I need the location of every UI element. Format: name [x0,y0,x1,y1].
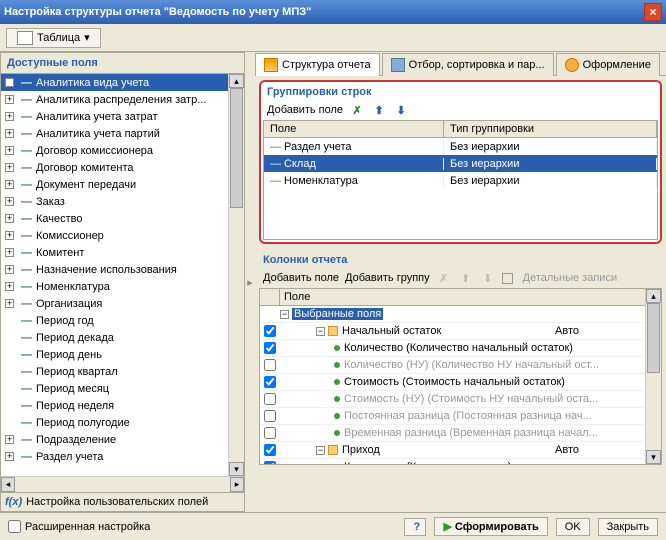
scroll-right-icon[interactable]: ▸ [230,477,244,492]
titlebar: Настройка структуры отчета "Ведомость по… [0,0,666,24]
tree-item[interactable]: +—Подразделение [1,431,244,448]
tree-item[interactable]: +—Аналитика распределения затр... [1,91,244,108]
table-dropdown[interactable]: Таблица ▾ [6,28,101,48]
delete-icon[interactable]: ✗ [436,270,452,286]
fields-tree[interactable]: ▴ ▾ +—Аналитика вида учета+—Аналитика ра… [1,74,244,476]
bottom-bar: Расширенная настройка ? ▶Сформировать OK… [0,512,666,540]
tree-scrollbar-v[interactable]: ▴ ▾ [228,74,244,476]
tab-filter[interactable]: Отбор, сортировка и пар... [382,53,554,76]
user-fields-label: Настройка пользовательских полей [26,496,208,508]
tree-item[interactable]: —Период неделя [1,397,244,414]
move-down-icon2[interactable]: ⬇ [480,270,496,286]
col-type: Тип группировки [444,121,657,137]
tree-item[interactable]: —Период день [1,346,244,363]
grouping-row[interactable]: — НоменклатураБез иерархии [264,172,657,189]
tree-item[interactable]: +—Документ передачи [1,176,244,193]
tree-item[interactable]: +—Номенклатура [1,278,244,295]
column-row[interactable]: Количество (Количество начальный остаток… [260,340,661,357]
chevron-down-icon: ▾ [84,31,90,44]
column-row[interactable]: −Начальный остатокАвто [260,323,661,340]
window-title: Настройка структуры отчета "Ведомость по… [4,6,311,18]
tree-item[interactable]: —Период квартал [1,363,244,380]
close-icon[interactable]: × [644,3,662,21]
move-down-icon[interactable]: ⬇ [393,102,409,118]
tree-item[interactable]: —Период декада [1,329,244,346]
filter-icon [391,58,405,72]
column-row[interactable]: Постоянная разница (Постоянная разница н… [260,408,661,425]
tree-item[interactable]: +—Договор комитента [1,159,244,176]
design-icon [565,58,579,72]
cols-scrollbar[interactable]: ▴ ▾ [645,289,661,464]
tree-item[interactable]: +—Комитент [1,244,244,261]
tree-scrollbar-h[interactable]: ◂ ▸ [1,476,244,492]
tree-item[interactable]: +—Раздел учета [1,448,244,465]
groupings-grid: Поле Тип группировки — Раздел учетаБез и… [263,120,658,240]
top-toolbar: Таблица ▾ [0,24,666,52]
tree-item[interactable]: +—Аналитика вида учета [1,74,244,91]
tab-design[interactable]: Оформление [556,53,660,76]
tree-item[interactable]: —Период полугодие [1,414,244,431]
add-icon[interactable]: ✗ [349,102,365,118]
user-fields-link[interactable]: f(x) Настройка пользовательских полей [1,492,244,511]
grouping-row[interactable]: — СкладБез иерархии [264,155,657,172]
tree-item[interactable]: +—Аналитика учета партий [1,125,244,142]
scroll-up-icon[interactable]: ▴ [229,74,244,88]
row-groupings-panel: Группировки строк Добавить поле ✗ ⬆ ⬇ По… [259,80,662,244]
close-button[interactable]: Закрыть [598,518,658,536]
available-fields-panel: Доступные поля ▴ ▾ +—Аналитика вида учет… [0,52,245,512]
tree-item[interactable]: —Период месяц [1,380,244,397]
column-row[interactable]: Количество (НУ) (Количество НУ начальный… [260,357,661,374]
splitter[interactable]: ▸ [245,52,255,512]
table-icon [17,31,33,45]
column-row[interactable]: Временная разница (Временная разница нач… [260,425,661,442]
col-field: Поле [264,121,444,137]
move-up-icon2[interactable]: ⬆ [458,270,474,286]
column-row[interactable]: Количество (Количество приход) [260,459,661,464]
tree-item[interactable]: +—Организация [1,295,244,312]
fx-icon: f(x) [5,496,22,508]
selected-fields-root[interactable]: −Выбранные поля [260,306,661,323]
column-row[interactable]: Стоимость (Стоимость начальный остаток) [260,374,661,391]
detail-checkbox[interactable] [502,273,513,284]
tabs: Структура отчета Отбор, сортировка и пар… [255,52,666,76]
add-group-link[interactable]: Добавить группу [345,272,430,284]
detail-label: Детальные записи [523,272,617,284]
report-columns-title: Колонки отчета [259,252,662,268]
scroll-left-icon[interactable]: ◂ [1,477,15,492]
row-groupings-title: Группировки строк [263,84,658,100]
move-up-icon[interactable]: ⬆ [371,102,387,118]
column-row[interactable]: −ПриходАвто [260,442,661,459]
grouping-row[interactable]: — Раздел учетаБез иерархии [264,138,657,155]
tab-structure[interactable]: Структура отчета [255,53,380,76]
structure-icon [264,58,278,72]
help-button[interactable]: ? [404,518,426,536]
col-head-field: Поле [280,289,661,305]
table-label: Таблица [37,32,80,44]
tree-item[interactable]: +—Качество [1,210,244,227]
advanced-checkbox[interactable]: Расширенная настройка [8,520,150,533]
tree-item[interactable]: —Период год [1,312,244,329]
add-field-link[interactable]: Добавить поле [267,104,343,116]
tree-item[interactable]: +—Комиссионер [1,227,244,244]
add-field-link2[interactable]: Добавить поле [263,272,339,284]
report-columns-panel: Колонки отчета Добавить поле Добавить гр… [259,252,662,465]
tree-item[interactable]: +—Договор комиссионера [1,142,244,159]
form-button[interactable]: ▶Сформировать [434,517,547,536]
scroll-down-icon[interactable]: ▾ [229,462,244,476]
available-fields-title: Доступные поля [1,53,244,74]
tree-item[interactable]: +—Аналитика учета затрат [1,108,244,125]
play-icon: ▶ [443,521,451,533]
scroll-thumb[interactable] [230,88,243,208]
ok-button[interactable]: OK [556,518,590,536]
tree-item[interactable]: +—Заказ [1,193,244,210]
column-row[interactable]: Стоимость (НУ) (Стоимость НУ начальный о… [260,391,661,408]
tree-item[interactable]: +—Назначение использования [1,261,244,278]
